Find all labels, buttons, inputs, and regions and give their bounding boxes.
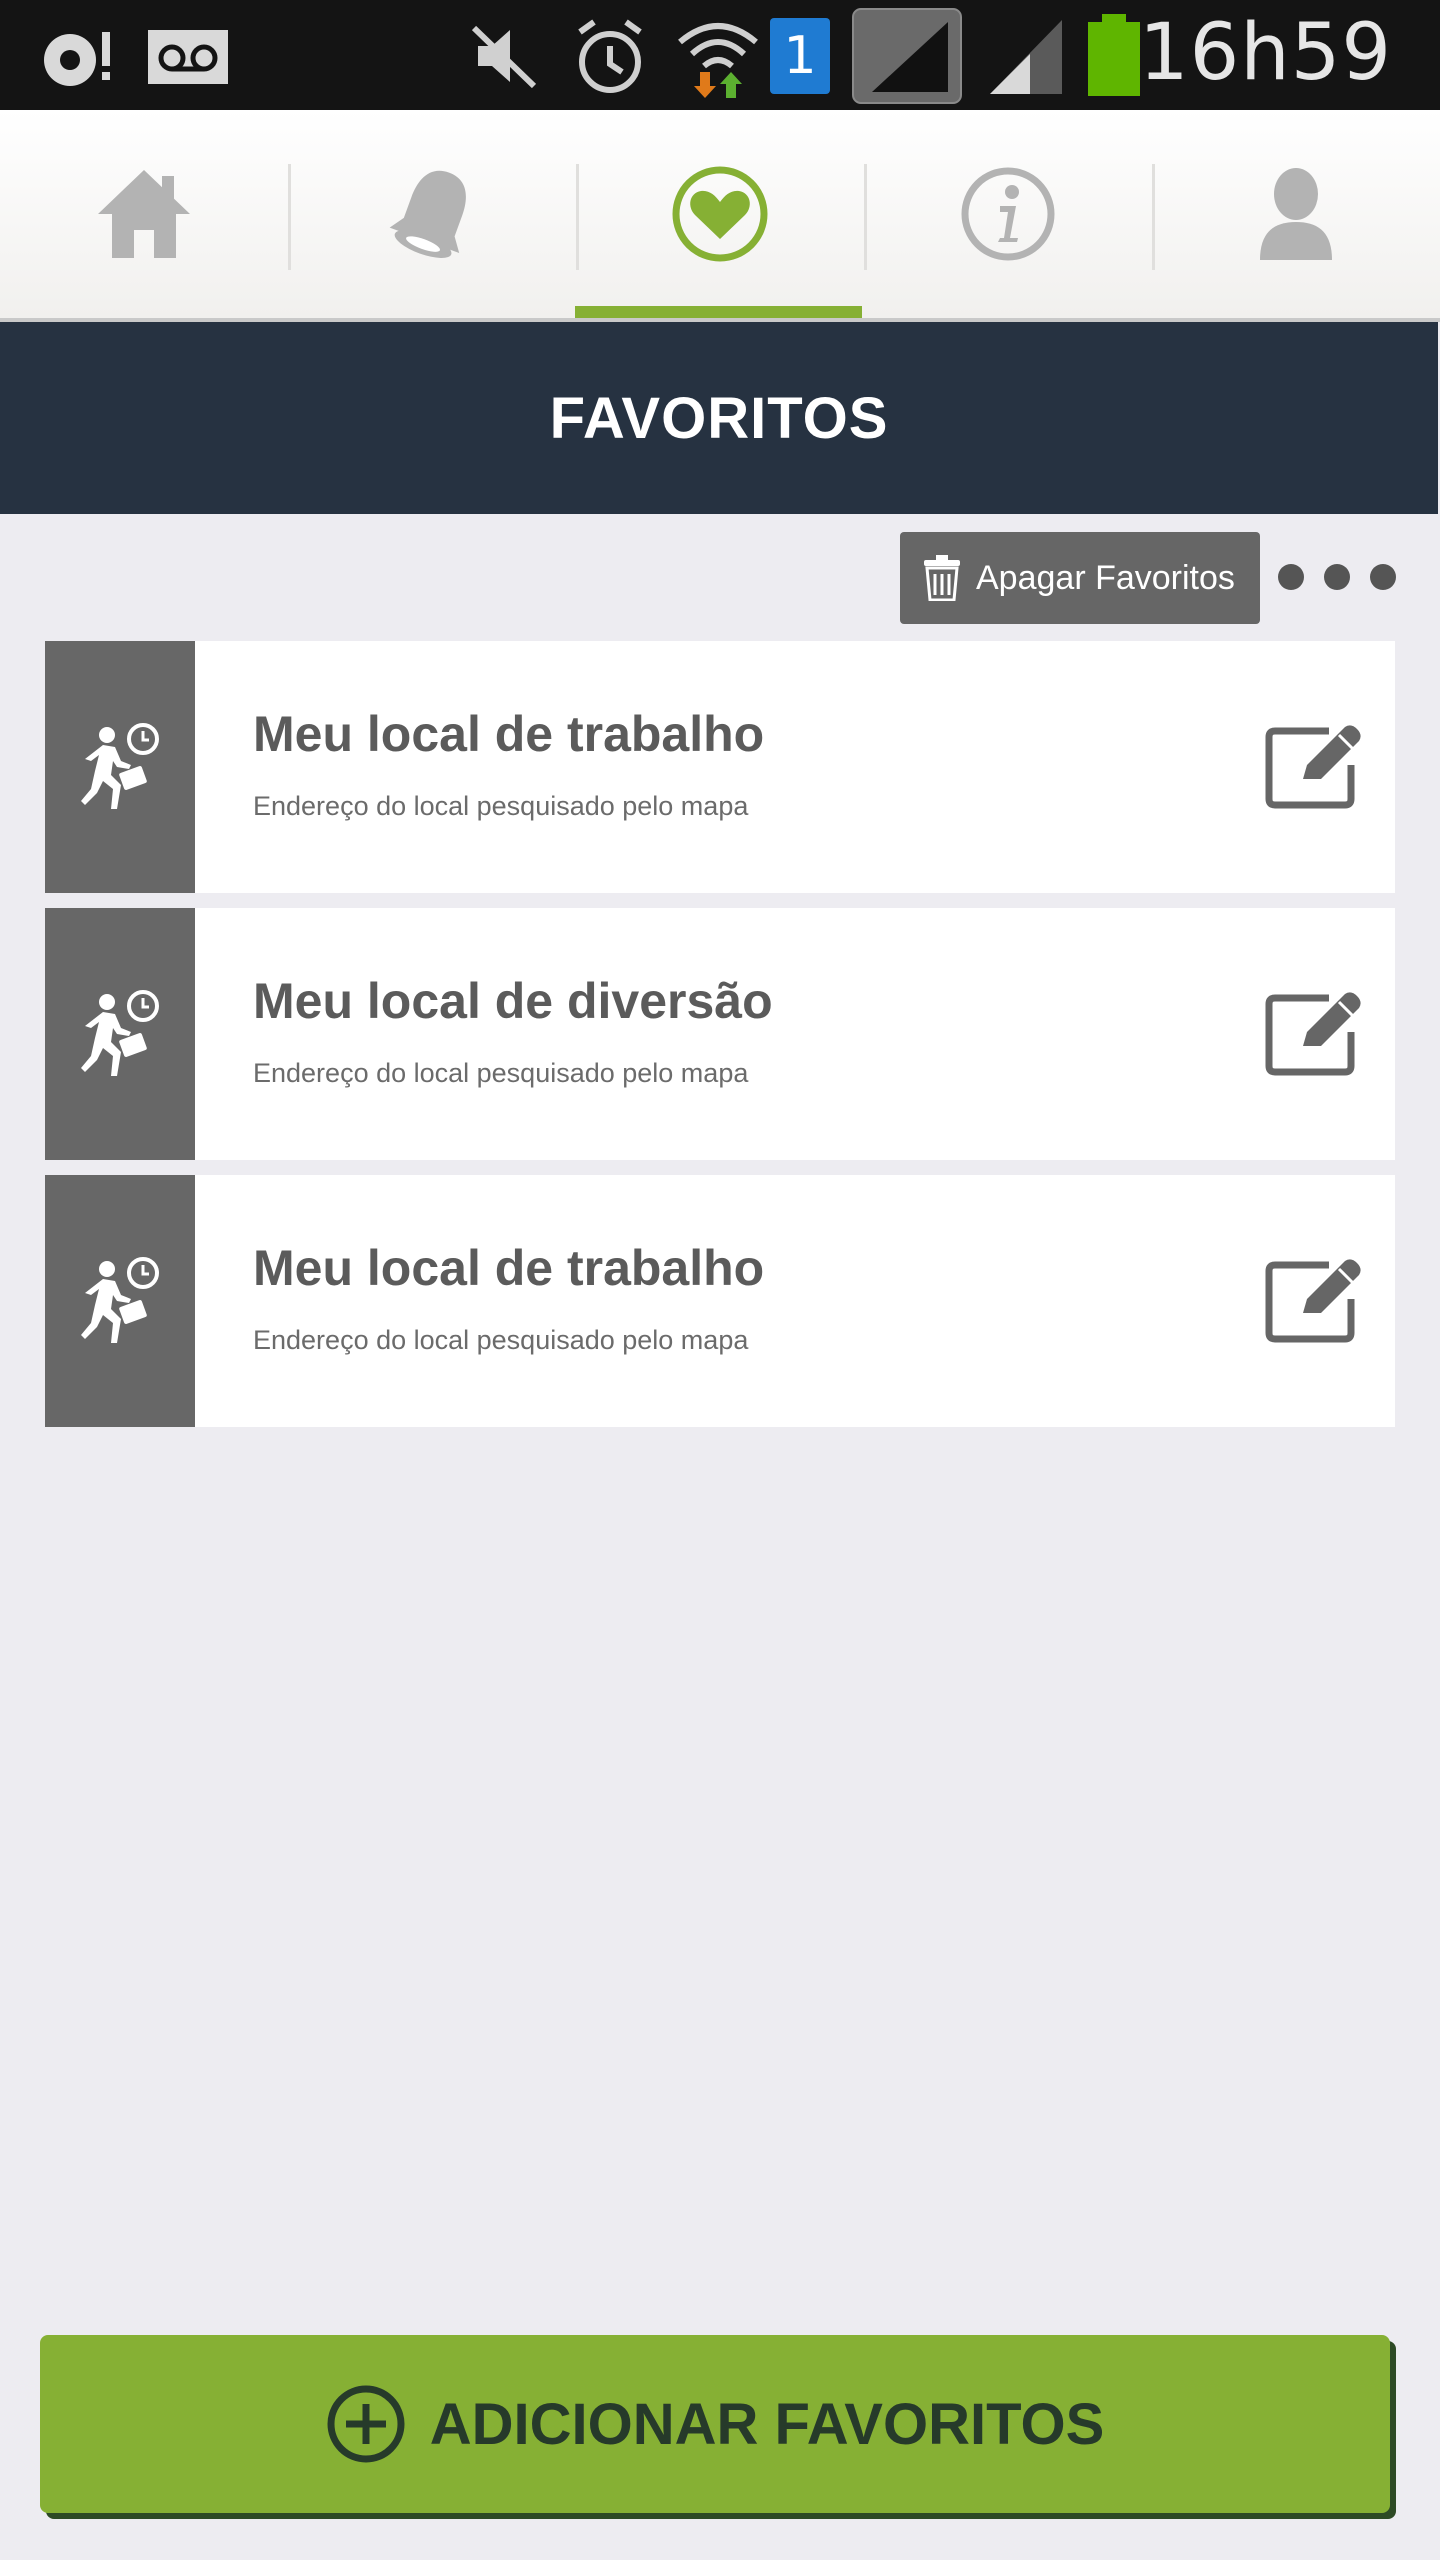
more-options-icon[interactable] [1278,562,1396,592]
clock: 16h59 [1139,8,1392,98]
edit-icon[interactable] [1265,1255,1365,1345]
dot [1278,564,1304,590]
bluetooth-tethering-icon [44,32,110,86]
battery-icon [1088,14,1140,96]
delete-favorites-label: Apagar Favoritos [976,558,1235,597]
wifi-icon [678,23,758,98]
favorite-thumbnail [45,641,195,893]
sim-slot-label: 1 [783,26,817,86]
edit-icon[interactable] [1265,721,1365,811]
dot [1370,564,1396,590]
favorite-title: Meu local de trabalho [253,706,765,762]
favorite-address: Endereço do local pesquisado pelo mapa [253,1058,749,1088]
top-nav [0,110,1440,322]
status-bar: 1 16h59 [0,0,1440,110]
alarm-icon [578,19,642,93]
mute-icon [471,25,537,89]
user-icon [1260,168,1332,260]
nav-notifications[interactable] [290,110,578,318]
favorite-item[interactable]: Meu local de trabalho Endereço do local … [45,641,1395,893]
favorite-thumbnail [45,1175,195,1427]
favorite-thumbnail [45,908,195,1160]
edit-icon[interactable] [1265,988,1365,1078]
favorite-title: Meu local de trabalho [253,1240,765,1296]
home-icon [98,170,190,258]
favorite-address: Endereço do local pesquisado pelo mapa [253,791,749,821]
favorite-address: Endereço do local pesquisado pelo mapa [253,1325,749,1355]
commuter-icon [81,1257,159,1343]
favorite-title: Meu local de diversão [253,973,773,1029]
add-favorites-button[interactable]: ADICIONAR FAVORITOS [40,2335,1390,2513]
voicemail-icon [148,30,228,84]
heart-icon [672,166,768,262]
bell-icon [389,170,466,258]
commuter-icon [81,723,159,809]
add-favorites-label: ADICIONAR FAVORITOS [429,2391,1105,2457]
nav-info[interactable] [864,110,1152,318]
sim-icon: 1 [770,18,830,94]
signal-icon [852,8,962,104]
favorite-item[interactable]: Meu local de diversão Endereço do local … [45,908,1395,1160]
page-title: FAVORITOS [0,322,1438,514]
favorite-item[interactable]: Meu local de trabalho Endereço do local … [45,1175,1395,1427]
dot [1324,564,1350,590]
signal-icon-2 [990,20,1062,94]
plus-circle-icon [327,2385,405,2463]
nav-profile[interactable] [1152,110,1440,318]
nav-active-indicator [575,306,862,318]
trash-icon [924,555,960,601]
info-icon [961,167,1055,261]
commuter-icon [81,990,159,1076]
delete-favorites-button[interactable]: Apagar Favoritos [900,532,1260,624]
nav-favorites[interactable] [576,110,864,318]
nav-home[interactable] [0,110,288,318]
